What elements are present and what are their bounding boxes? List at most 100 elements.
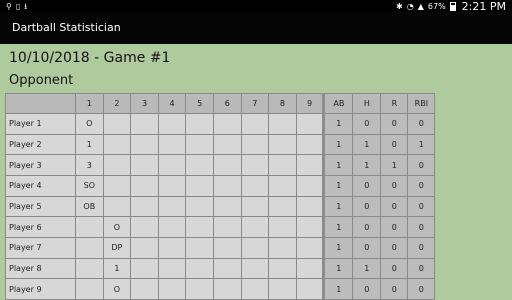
table-row[interactable]: Player 4 SO 1 0 0 0	[5, 174, 436, 197]
inning-cell[interactable]	[185, 257, 214, 280]
inning-cell[interactable]	[75, 278, 104, 300]
inning-cell[interactable]	[185, 216, 214, 238]
inning-cell[interactable]	[185, 133, 214, 156]
inning-cell[interactable]	[295, 216, 325, 238]
inning-cell[interactable]: DP	[102, 236, 132, 259]
player-name[interactable]: Player 9	[5, 278, 76, 300]
table-row[interactable]: Player 6O1000	[5, 216, 436, 238]
table-row[interactable]: Player 5 OB 1 0 0 0	[5, 195, 436, 218]
inning-cell[interactable]	[157, 236, 187, 259]
inning-cell[interactable]	[268, 195, 297, 218]
player-name[interactable]: Player 8	[5, 257, 76, 280]
player-name[interactable]: Player 4	[5, 174, 76, 197]
inning-cell[interactable]	[130, 174, 159, 197]
inning-cell[interactable]	[130, 257, 159, 280]
inning-cell[interactable]	[295, 174, 325, 197]
inning-cell[interactable]	[212, 174, 242, 197]
inning-cell[interactable]: SO	[75, 174, 104, 197]
inning-cell[interactable]	[268, 216, 297, 238]
inning-cell[interactable]	[75, 236, 104, 259]
inning-cell[interactable]: 1	[75, 133, 104, 156]
inning-cell[interactable]	[240, 133, 270, 156]
inning-cell[interactable]	[268, 154, 297, 176]
inning-cell[interactable]	[102, 113, 132, 135]
inning-cell[interactable]	[130, 236, 159, 259]
inning-cell[interactable]: O	[102, 278, 132, 300]
inning-cell[interactable]	[102, 154, 132, 176]
inning-cell[interactable]	[185, 236, 214, 259]
inning-cell[interactable]	[185, 174, 214, 197]
inning-cell[interactable]	[157, 278, 187, 300]
inning-cell[interactable]: O	[102, 216, 132, 238]
inning-cell[interactable]	[130, 278, 159, 300]
inning-cell[interactable]	[185, 195, 214, 218]
inning-cell[interactable]	[212, 257, 242, 280]
player-name[interactable]: Player 1	[5, 113, 76, 135]
table-row[interactable]: Player 9O1000	[5, 278, 436, 300]
inning-cell[interactable]	[240, 154, 270, 176]
inning-cell[interactable]	[157, 154, 187, 176]
inning-cell[interactable]	[295, 133, 325, 156]
inning-cell[interactable]	[240, 236, 270, 259]
inning-cell[interactable]	[295, 257, 325, 280]
inning-cell[interactable]	[130, 113, 159, 135]
inning-cell[interactable]	[295, 236, 325, 259]
inning-cell[interactable]	[157, 257, 187, 280]
inning-cell[interactable]	[102, 174, 132, 197]
inning-cell[interactable]	[240, 195, 270, 218]
inning-cell[interactable]	[102, 133, 132, 156]
inning-cell[interactable]	[212, 133, 242, 156]
inning-cell[interactable]	[185, 154, 214, 176]
inning-cell[interactable]	[157, 133, 187, 156]
inning-cell[interactable]	[240, 216, 270, 238]
inning-cell[interactable]	[102, 195, 132, 218]
player-name[interactable]: Player 2	[5, 133, 76, 156]
inning-cell[interactable]	[75, 216, 104, 238]
inning-cell[interactable]	[185, 278, 214, 300]
inning-cell[interactable]	[212, 236, 242, 259]
inning-cell[interactable]	[268, 257, 297, 280]
inning-cell[interactable]	[295, 113, 325, 135]
inning-cell[interactable]	[212, 195, 242, 218]
inning-cell[interactable]	[240, 174, 270, 197]
inning-cell[interactable]	[240, 278, 270, 300]
inning-cell[interactable]	[185, 113, 214, 135]
inning-cell[interactable]: 1	[102, 257, 132, 280]
inning-cell[interactable]	[157, 216, 187, 238]
inning-cell[interactable]	[268, 174, 297, 197]
table-row[interactable]: Player 1O1000	[5, 113, 436, 135]
inning-cell[interactable]	[295, 195, 325, 218]
inning-cell[interactable]	[157, 195, 187, 218]
inning-cell[interactable]	[130, 195, 159, 218]
inning-cell[interactable]	[268, 113, 297, 135]
inning-cell[interactable]	[157, 113, 187, 135]
inning-cell[interactable]	[157, 174, 187, 197]
inning-cell[interactable]	[212, 113, 242, 135]
table-row[interactable]: Player 811100	[5, 257, 436, 280]
inning-cell[interactable]	[295, 154, 325, 176]
inning-cell[interactable]	[268, 236, 297, 259]
game-title: 10/10/2018 - Game #1	[9, 50, 171, 66]
inning-cell[interactable]	[295, 278, 325, 300]
player-name[interactable]: Player 5	[5, 195, 76, 218]
inning-cell[interactable]: O	[75, 113, 104, 135]
inning-cell[interactable]	[75, 257, 104, 280]
table-row[interactable]: Player 331110	[5, 154, 436, 176]
inning-cell[interactable]	[240, 113, 270, 135]
player-name[interactable]: Player 7	[5, 236, 76, 259]
inning-cell[interactable]	[268, 278, 297, 300]
player-name[interactable]: Player 6	[5, 216, 76, 238]
inning-cell[interactable]	[212, 278, 242, 300]
inning-cell[interactable]	[240, 257, 270, 280]
inning-cell[interactable]	[130, 133, 159, 156]
inning-cell[interactable]	[212, 154, 242, 176]
inning-cell[interactable]	[130, 154, 159, 176]
table-row[interactable]: Player 7 DP 1 0 0 0	[5, 236, 436, 259]
player-name[interactable]: Player 3	[5, 154, 76, 176]
inning-cell[interactable]	[212, 216, 242, 238]
inning-cell[interactable]	[268, 133, 297, 156]
table-row[interactable]: Player 211101	[5, 133, 436, 156]
inning-cell[interactable]: 3	[75, 154, 104, 176]
inning-cell[interactable]	[130, 216, 159, 238]
inning-cell[interactable]: OB	[75, 195, 104, 218]
